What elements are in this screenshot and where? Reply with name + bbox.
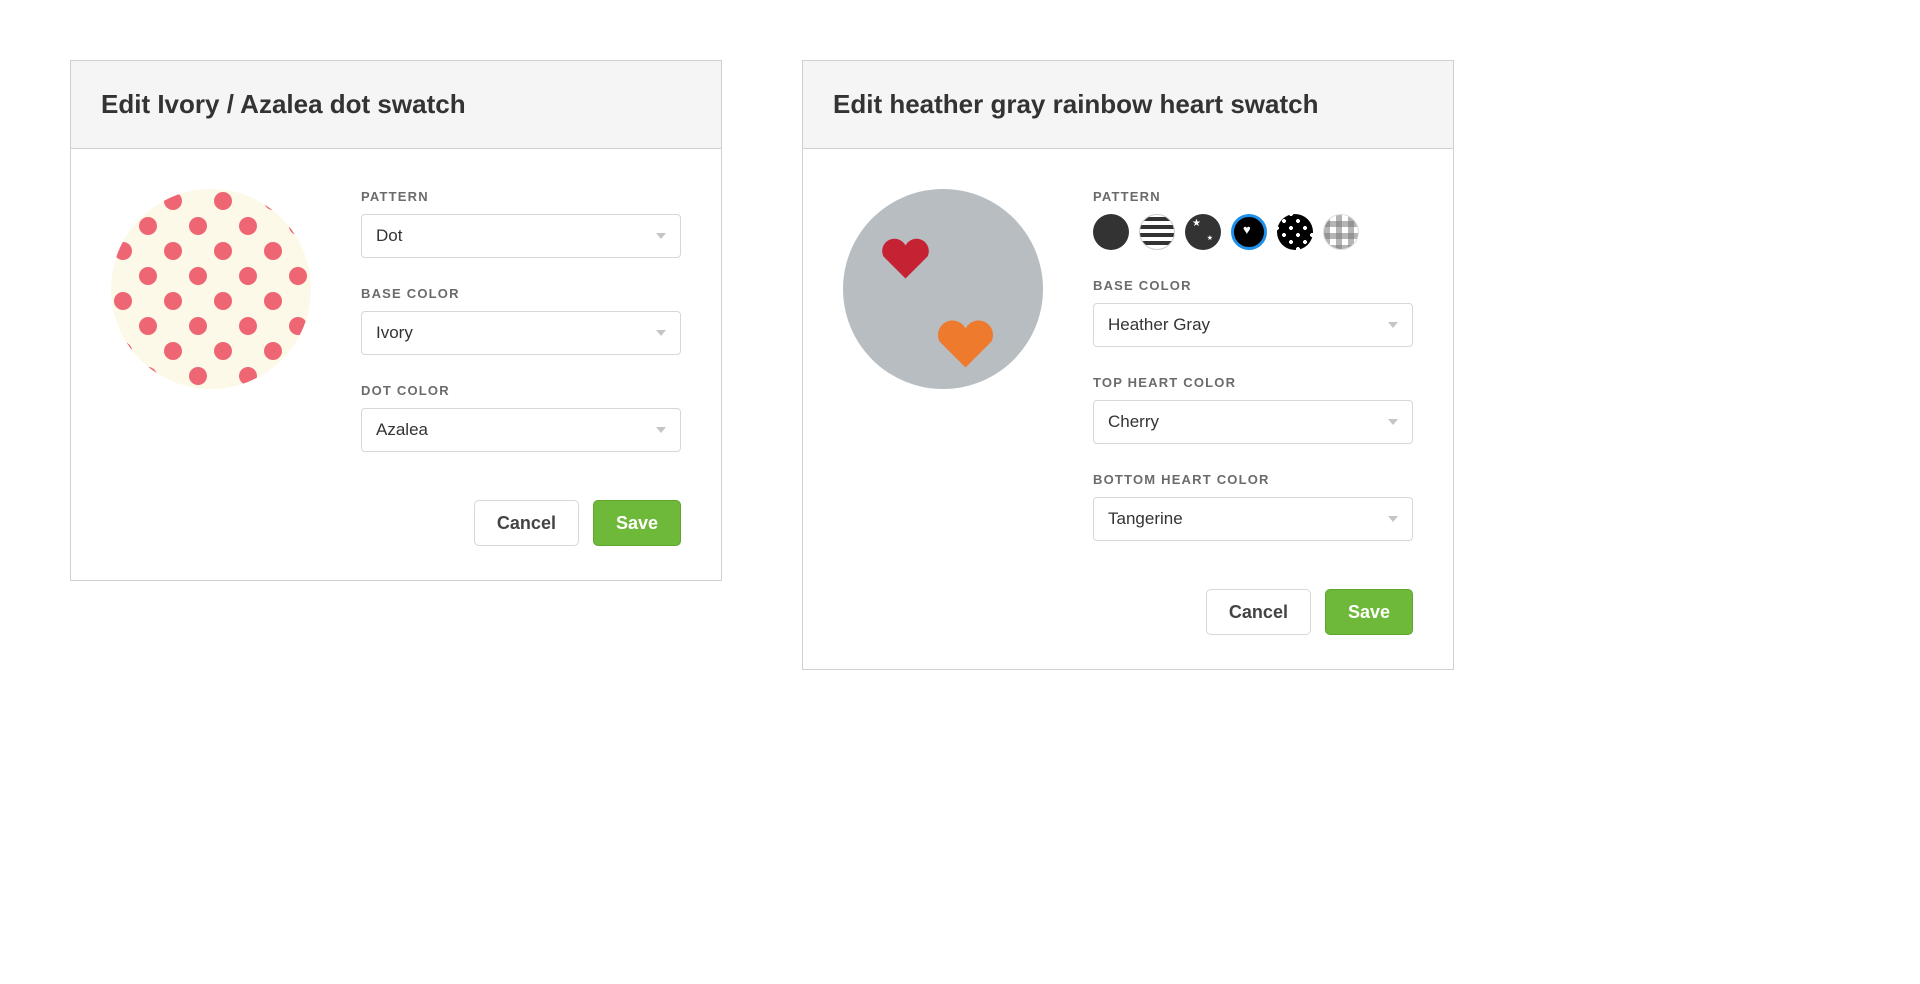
dot-color-field: DOT COLOR Azalea [361,383,681,452]
panel-body: PATTERN BASE COLOR Heather Gray [803,149,1453,571]
bottom-heart-color-select-value: Tangerine [1108,509,1183,529]
top-heart-color-select[interactable]: Cherry [1093,400,1413,444]
edit-swatch-panel-right: Edit heather gray rainbow heart swatch [802,60,1454,670]
pattern-field: PATTERN [1093,189,1413,250]
bottom-heart-color-field: BOTTOM HEART COLOR Tangerine [1093,472,1413,541]
panel-header: Edit Ivory / Azalea dot swatch [71,61,721,149]
base-color-label: BASE COLOR [361,286,681,301]
chevron-down-icon [656,330,666,336]
edit-swatch-panel-left: Edit Ivory / Azalea dot swatch [70,60,722,581]
base-color-select-value: Heather Gray [1108,315,1210,335]
dot-swatch-preview-icon [111,189,311,389]
pattern-swatch-hearts[interactable] [1231,214,1267,250]
base-color-label: BASE COLOR [1093,278,1413,293]
pattern-swatch-picker [1093,214,1413,250]
pattern-swatch-dots[interactable] [1277,214,1313,250]
form-column: PATTERN Dot BASE COLOR Ivory DOT COLOR [361,189,681,452]
bottom-heart-color-select[interactable]: Tangerine [1093,497,1413,541]
chevron-down-icon [1388,322,1398,328]
dot-color-label: DOT COLOR [361,383,681,398]
pattern-field: PATTERN Dot [361,189,681,258]
pattern-swatch-gingham[interactable] [1323,214,1359,250]
panel-title: Edit Ivory / Azalea dot swatch [101,89,691,120]
pattern-label: PATTERN [1093,189,1413,204]
panel-title: Edit heather gray rainbow heart swatch [833,89,1423,120]
chevron-down-icon [1388,516,1398,522]
top-heart-color-label: TOP HEART COLOR [1093,375,1413,390]
pattern-select-value: Dot [376,226,402,246]
chevron-down-icon [656,427,666,433]
cancel-button[interactable]: Cancel [1206,589,1311,635]
pattern-swatch-solid[interactable] [1093,214,1129,250]
base-color-field: BASE COLOR Heather Gray [1093,278,1413,347]
dot-color-select-value: Azalea [376,420,428,440]
chevron-down-icon [1388,419,1398,425]
save-button[interactable]: Save [593,500,681,546]
panel-footer: Cancel Save [71,482,721,580]
swatch-preview [111,189,321,452]
base-color-field: BASE COLOR Ivory [361,286,681,355]
panel-body: PATTERN Dot BASE COLOR Ivory DOT COLOR [71,149,721,482]
top-heart-color-field: TOP HEART COLOR Cherry [1093,375,1413,444]
swatch-preview [843,189,1053,541]
pattern-label: PATTERN [361,189,681,204]
pattern-swatch-stars[interactable] [1185,214,1221,250]
panel-footer: Cancel Save [803,571,1453,669]
heart-swatch-preview-icon [843,189,1043,389]
top-heart-color-select-value: Cherry [1108,412,1159,432]
cancel-button[interactable]: Cancel [474,500,579,546]
save-button[interactable]: Save [1325,589,1413,635]
base-color-select[interactable]: Heather Gray [1093,303,1413,347]
form-column: PATTERN BASE COLOR Heather Gray [1093,189,1413,541]
dot-color-select[interactable]: Azalea [361,408,681,452]
pattern-swatch-stripes[interactable] [1139,214,1175,250]
chevron-down-icon [656,233,666,239]
base-color-select[interactable]: Ivory [361,311,681,355]
bottom-heart-color-label: BOTTOM HEART COLOR [1093,472,1413,487]
panel-header: Edit heather gray rainbow heart swatch [803,61,1453,149]
base-color-select-value: Ivory [376,323,413,343]
pattern-select[interactable]: Dot [361,214,681,258]
